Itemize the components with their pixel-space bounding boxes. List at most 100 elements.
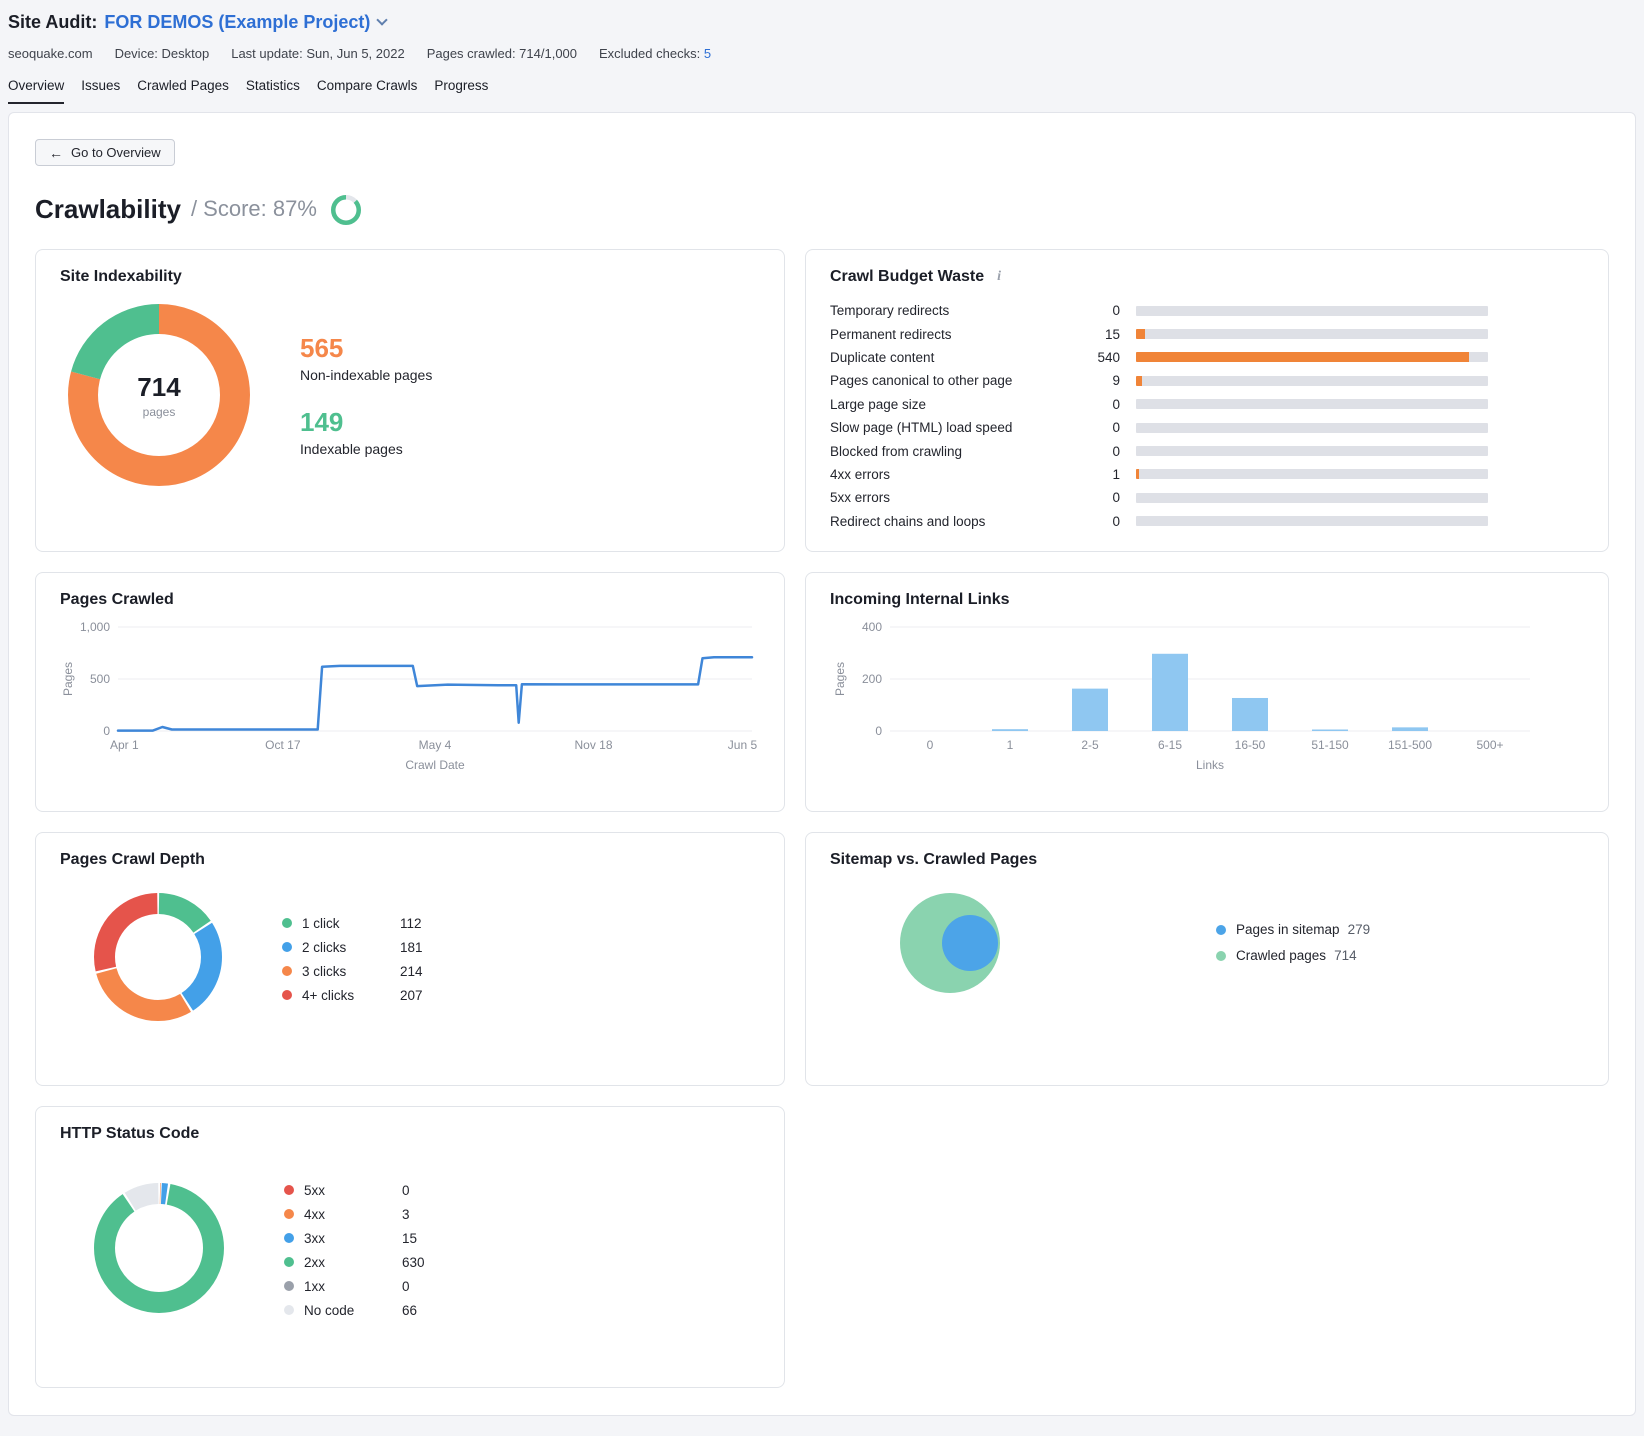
crawl-depth-donut[interactable] [94,893,222,1026]
budget-bar-fill [1136,329,1145,339]
card-title: Pages Crawl Depth [60,851,760,869]
budget-bar-fill [1136,352,1469,362]
indexability-stat: 149Indexable pages [300,407,432,457]
legend-dot [282,918,292,928]
pages-crawled-line-chart[interactable]: 05001,000Apr 1Oct 17May 4Nov 18Jun 5Craw… [60,613,760,782]
project-selector[interactable]: FOR DEMOS (Example Project) [104,12,386,33]
svg-text:151-500: 151-500 [1388,738,1432,752]
stat-label: Non-indexable pages [300,367,432,383]
section-title: Crawlability [35,194,181,225]
svg-text:Links: Links [1196,758,1224,772]
legend-value: 66 [402,1303,417,1318]
tab-crawled-pages[interactable]: Crawled Pages [137,78,229,104]
info-icon[interactable] [992,270,1006,284]
budget-row: Redirect chains and loops0 [830,510,1488,533]
card-pages-crawled: Pages Crawled 05001,000Apr 1Oct 17May 4N… [35,572,785,812]
svg-text:Jun 5: Jun 5 [728,738,758,752]
incoming-links-bar-chart[interactable]: 0200400012-56-1516-5051-150151-500500+Li… [830,613,1584,782]
tab-overview[interactable]: Overview [8,78,64,104]
http-status-legend-item: No code66 [284,1303,425,1318]
header: Site Audit: FOR DEMOS (Example Project) … [0,0,1644,104]
svg-text:200: 200 [862,672,882,686]
score-label: / Score: 87% [191,196,317,222]
tab-bar: Overview Issues Crawled Pages Statistics Com… [8,78,1636,104]
legend-value: 112 [400,916,422,931]
tab-progress[interactable]: Progress [434,78,488,104]
budget-row: 5xx errors 0 [830,486,1488,509]
svg-text:500: 500 [90,672,110,686]
budget-value: 0 [1082,397,1120,412]
venn-sitemap-circle [942,915,998,971]
tab-issues[interactable]: Issues [81,78,120,104]
http-status-legend-item: 3xx15 [284,1231,425,1246]
card-title: Incoming Internal Links [830,591,1584,609]
budget-bar-track[interactable] [1136,399,1488,409]
project-name: FOR DEMOS (Example Project) [104,12,370,33]
budget-label: Duplicate content [830,350,1066,365]
venn-body: Pages in sitemap279Crawled pages714 [830,883,1584,1003]
budget-bar-track[interactable] [1136,352,1488,362]
sitemap-venn-diagram[interactable] [890,883,1020,1003]
legend-dot [284,1305,294,1315]
budget-label: Permanent redirects [830,327,1066,342]
card-crawl-budget-waste: Crawl Budget Waste Temporary redirects0 P… [805,249,1609,552]
meta-item: seoquake.com [8,46,93,61]
http-status-legend-item: 4xx3 [284,1207,425,1222]
budget-bar-track[interactable] [1136,376,1488,386]
budget-value: 0 [1082,490,1120,505]
budget-row: Large page size 0 [830,393,1488,416]
tab-compare-crawls[interactable]: Compare Crawls [317,78,418,104]
legend-value: 630 [402,1255,425,1270]
legend-value: 0 [402,1279,410,1294]
http-status-legend-item: 2xx630 [284,1255,425,1270]
budget-label: Slow page (HTML) load speed [830,420,1066,435]
legend-label: 4xx [304,1207,402,1222]
go-to-overview-button[interactable]: ← Go to Overview [35,139,175,166]
card-incoming-internal-links: Incoming Internal Links 0200400012-56-15… [805,572,1609,812]
legend-label: 3xx [304,1231,402,1246]
budget-label: 5xx errors [830,490,1066,505]
legend-dot [282,942,292,952]
svg-text:0: 0 [875,724,882,738]
budget-bar-track[interactable] [1136,329,1488,339]
legend-label: No code [304,1303,402,1318]
card-title: HTTP Status Code [60,1125,760,1143]
budget-bar-track[interactable] [1136,469,1488,479]
stat-value: 149 [300,407,432,438]
budget-value: 540 [1082,350,1120,365]
stat-value: 565 [300,333,432,364]
http-status-body: 5xx04xx33xx152xx6301xx0No code66 [60,1183,760,1318]
legend-dot [282,990,292,1000]
legend-dot [282,966,292,976]
budget-bar-track[interactable] [1136,516,1488,526]
http-status-donut[interactable] [94,1183,224,1318]
budget-value: 1 [1082,467,1120,482]
budget-bar-track[interactable] [1136,446,1488,456]
legend-value: 714 [1334,948,1357,963]
budget-row: Temporary redirects0 [830,299,1488,322]
meta-item: Pages crawled: 714/1,000 [427,46,577,61]
tab-statistics[interactable]: Statistics [246,78,300,104]
card-title: Site Indexability [60,268,760,286]
svg-text:6-15: 6-15 [1158,738,1182,752]
budget-label: 4xx errors [830,467,1066,482]
card-title-text: Crawl Budget Waste [830,268,984,286]
card-title: Sitemap vs. Crawled Pages [830,851,1584,869]
svg-text:51-150: 51-150 [1311,738,1349,752]
card-sitemap-vs-crawled: Sitemap vs. Crawled Pages Pages in sitem… [805,832,1609,1086]
http-status-legend-item: 5xx0 [284,1183,425,1198]
budget-bar-track[interactable] [1136,306,1488,316]
excluded-checks-link[interactable]: 5 [704,46,711,61]
site-indexability-donut[interactable]: 714 pages [68,304,250,486]
budget-bar-track[interactable] [1136,493,1488,503]
budget-bar-track[interactable] [1136,423,1488,433]
budget-value: 15 [1082,327,1120,342]
card-title: Crawl Budget Waste [830,268,1584,286]
legend-value: 15 [402,1231,417,1246]
meta-item: Device: Desktop [115,46,210,61]
budget-label: Redirect chains and loops [830,514,1066,529]
card-pages-crawl-depth: Pages Crawl Depth 1 click1122 clicks1813… [35,832,785,1086]
legend-value: 279 [1348,922,1371,937]
budget-label: Large page size [830,397,1066,412]
meta-item: Excluded checks: 5 [599,46,711,61]
